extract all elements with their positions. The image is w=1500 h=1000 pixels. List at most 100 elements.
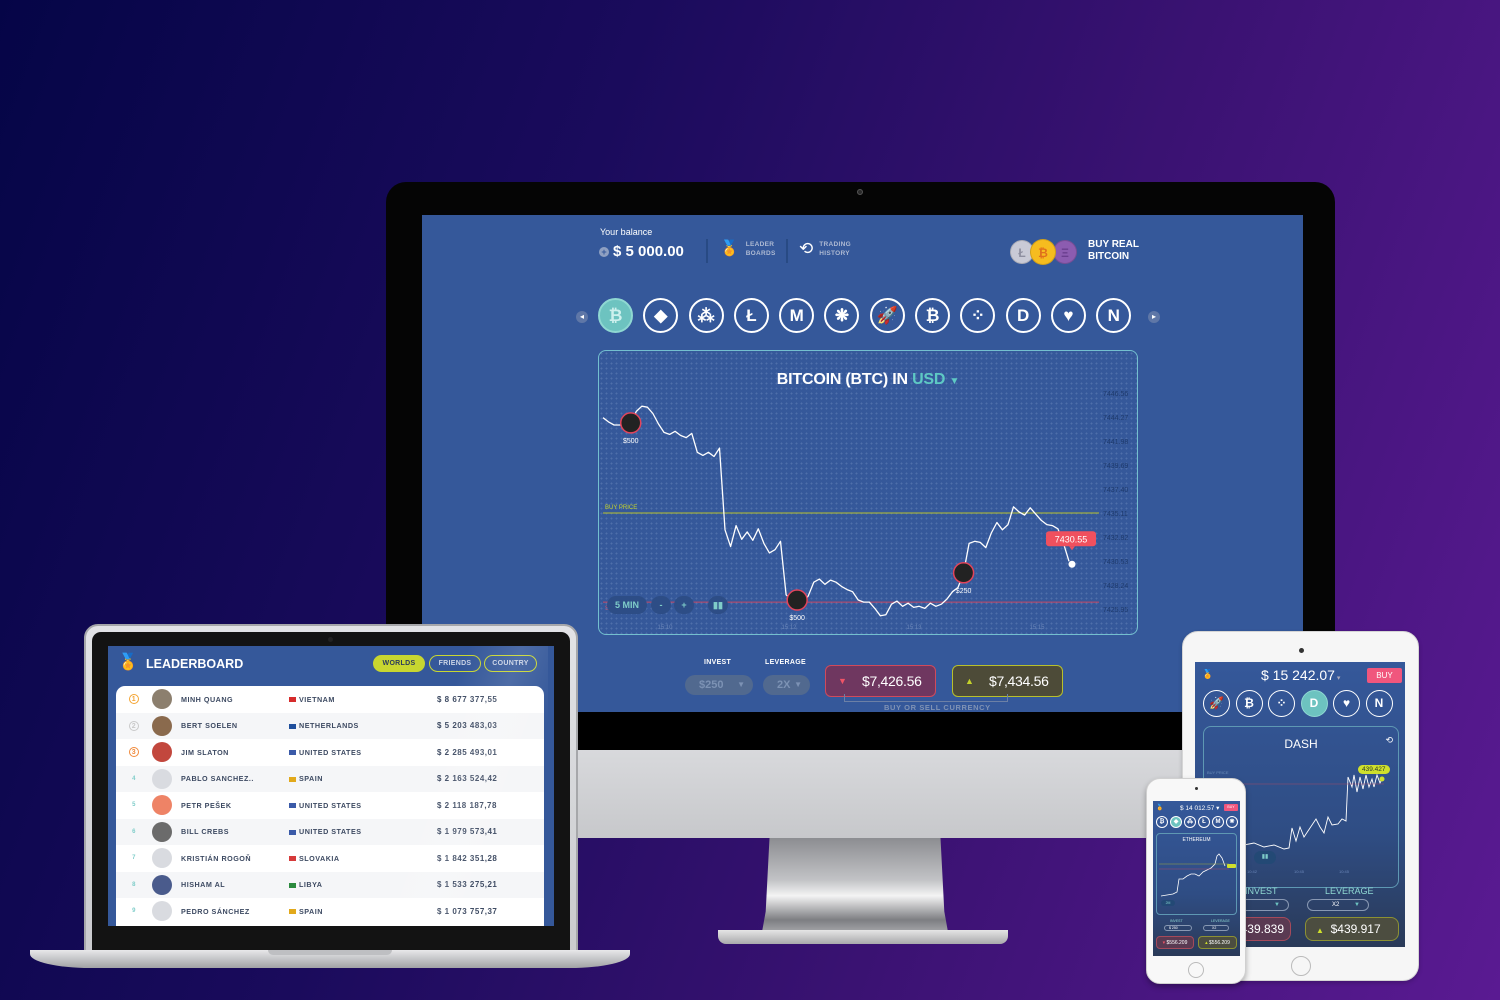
- rank-medal-icon: 1: [129, 694, 139, 705]
- invest-dropdown[interactable]: $ 250: [1164, 925, 1192, 931]
- currency-dropdown[interactable]: USD ▼: [912, 371, 959, 388]
- balance-value: $ 14 012.57: [1180, 805, 1215, 812]
- leverage-dropdown[interactable]: X2 ▼: [1307, 899, 1369, 911]
- timeframe-button[interactable]: 2M: [1161, 900, 1175, 906]
- phone-camera: [1195, 787, 1198, 790]
- buy-price: $556.209: [1209, 940, 1230, 946]
- table-row[interactable]: 7 KRISTIÁN ROGOŇ SLOVAKIA $ 1 842 351,28: [116, 845, 544, 872]
- player-name: PEDRO SÁNCHEZ: [181, 906, 250, 916]
- add-funds-icon[interactable]: +: [599, 247, 609, 257]
- candlestick-icon[interactable]: ▮▮: [708, 596, 728, 614]
- table-row[interactable]: 5 PETR PEŠEK UNITED STATES $ 2 118 187,78: [116, 792, 544, 819]
- country-cell: SLOVAKIA: [289, 854, 437, 863]
- country-name: UNITED STATES: [299, 747, 362, 757]
- rank-cell: 9: [116, 908, 152, 914]
- divider: [786, 239, 788, 263]
- buy-button[interactable]: BUY: [1224, 804, 1238, 811]
- tab-country[interactable]: COUNTRY: [484, 655, 537, 672]
- rank-number: 6: [132, 828, 136, 835]
- buy-price: $439.917: [1330, 922, 1381, 936]
- sell-button[interactable]: ▾ $556.209: [1156, 936, 1194, 949]
- player-name: JIM SLATON: [181, 747, 229, 757]
- ethereum-currency-icon[interactable]: ◆: [1170, 816, 1182, 828]
- bitcoin-cash-currency-icon[interactable]: ₿: [1235, 690, 1263, 717]
- laptop-notch: [268, 950, 392, 955]
- ethereum-currency-icon[interactable]: ◆: [643, 298, 679, 333]
- nem-currency-icon[interactable]: ♥: [1050, 298, 1086, 333]
- trade-marker-avatar[interactable]: [786, 589, 808, 611]
- dash-currency-icon[interactable]: D: [1300, 690, 1328, 717]
- player-name: PABLO SANCHEZ..: [181, 774, 254, 784]
- timeframe-button[interactable]: 5 MIN: [607, 596, 647, 614]
- phone-screen: 🏅 $ 14 012.57 ▾ BUY ₿ ◆ ⁂ Ł M ❋ ETHEREUM 2M I…: [1153, 801, 1240, 956]
- table-row[interactable]: 2 BERT SOELEN NETHERLANDS $ 5 203 483,03: [116, 712, 544, 739]
- zoom-out-button[interactable]: -: [651, 596, 671, 614]
- ripple-currency-icon[interactable]: ⁂: [1184, 816, 1196, 828]
- scroll-left-arrow-icon[interactable]: ◂: [576, 311, 588, 323]
- table-row[interactable]: 3 JIM SLATON UNITED STATES $ 2 285 493,01: [116, 739, 544, 766]
- table-row[interactable]: 1 MINH QUANG VIETNAM $ 8 677 377,55: [116, 686, 544, 713]
- bitcoin-currency-icon[interactable]: ₿: [1156, 816, 1168, 828]
- chevron-down-icon: ▾: [1334, 675, 1341, 682]
- y-tick-label: 7437.40: [1103, 487, 1128, 494]
- trade-marker-avatar[interactable]: [952, 562, 975, 584]
- invest-dropdown[interactable]: $250 ▼: [685, 675, 753, 695]
- country-name: VIETNAM: [299, 694, 335, 704]
- player-name: HISHAM AL: [181, 880, 226, 890]
- ripple-currency-icon[interactable]: ⁂: [688, 298, 724, 333]
- monero-currency-icon[interactable]: M: [1212, 816, 1224, 828]
- country-cell: SPAIN: [289, 774, 437, 783]
- bitcoin-currency-icon[interactable]: ₿: [598, 298, 633, 333]
- amount: $ 2 163 524,42: [437, 774, 498, 784]
- tab-worlds[interactable]: WORLDS: [373, 655, 425, 672]
- cardano-currency-icon[interactable]: ❋: [1226, 816, 1238, 828]
- table-row[interactable]: 6 BILL CREBS UNITED STATES $ 1 979 573,41: [116, 818, 544, 845]
- cardano-currency-icon[interactable]: ❋: [824, 298, 860, 333]
- rank-cell: 7: [116, 855, 152, 861]
- buy-button-large[interactable]: ▲ $439.917: [1305, 917, 1399, 941]
- table-row[interactable]: 8 HISHAM AL LIBYA $ 1 533 275,21: [116, 871, 544, 898]
- rank-number: 5: [132, 802, 136, 809]
- bitcoin-cash-currency-icon[interactable]: ₿: [915, 298, 951, 333]
- candlestick-icon[interactable]: ▮▮: [1254, 851, 1276, 864]
- scroll-right-arrow-icon[interactable]: ▸: [1148, 311, 1160, 323]
- balance-label: Your balance: [600, 227, 653, 237]
- table-row[interactable]: 4 PABLO SANCHEZ.. SPAIN $ 2 163 524,42: [116, 765, 544, 792]
- country-cell: UNITED STATES: [289, 748, 437, 757]
- neo-currency-icon[interactable]: N: [1365, 690, 1393, 717]
- nav-trading-history[interactable]: ⟲ TRADING HISTORY: [799, 240, 851, 258]
- dash-currency-icon[interactable]: D: [1005, 298, 1041, 333]
- arrow-up-icon: ▴: [1205, 940, 1208, 946]
- litecoin-currency-icon[interactable]: Ł: [733, 298, 769, 333]
- leverage-dropdown[interactable]: 2X ▼: [763, 675, 810, 695]
- rocket-currency-icon[interactable]: 🚀: [1203, 690, 1230, 717]
- buy-button[interactable]: ▲ $7,434.56: [952, 665, 1063, 697]
- rank-number: 9: [132, 908, 136, 915]
- iota-currency-icon[interactable]: ⁘: [960, 298, 996, 333]
- buy-real-bitcoin-button[interactable]: Ł Ξ ₿: [1010, 238, 1086, 266]
- neo-currency-icon[interactable]: N: [1096, 298, 1132, 333]
- tab-friends[interactable]: FRIENDS: [429, 655, 481, 672]
- buy-button[interactable]: BUY: [1367, 668, 1402, 683]
- nav-leaderboards[interactable]: 🏅 LEADER BOARDS: [720, 240, 776, 258]
- sell-button[interactable]: ▼ $7,426.56: [825, 665, 936, 697]
- trade-marker-avatar[interactable]: [619, 412, 642, 434]
- y-tick-label: 7428.24: [1103, 583, 1128, 590]
- zoom-in-button[interactable]: +: [674, 596, 694, 614]
- phone-home-button: [1188, 962, 1204, 978]
- leverage-dropdown[interactable]: X2: [1203, 925, 1229, 931]
- chevron-down-icon: ▼: [949, 376, 960, 387]
- litecoin-currency-icon[interactable]: Ł: [1198, 816, 1210, 828]
- chart-title: BITCOIN (BTC) IN USD ▼: [599, 371, 1137, 389]
- player-name: BILL CREBS: [181, 827, 229, 837]
- table-row[interactable]: 9 PEDRO SÁNCHEZ SPAIN $ 1 073 757,37: [116, 898, 544, 925]
- nav-label-line2: HISTORY: [819, 250, 850, 257]
- sell-price: $556.209: [1166, 940, 1188, 946]
- rocket-currency-icon[interactable]: 🚀: [869, 298, 905, 333]
- iota-currency-icon[interactable]: ⁘: [1268, 690, 1295, 717]
- nem-currency-icon[interactable]: ♥: [1333, 690, 1360, 717]
- monero-currency-icon[interactable]: M: [779, 298, 815, 333]
- rank-medal-icon: 3: [129, 747, 139, 758]
- buy-real-bitcoin-label[interactable]: BUY REAL BITCOIN: [1088, 239, 1139, 263]
- buy-button-large[interactable]: ▴ $556.209: [1198, 936, 1237, 949]
